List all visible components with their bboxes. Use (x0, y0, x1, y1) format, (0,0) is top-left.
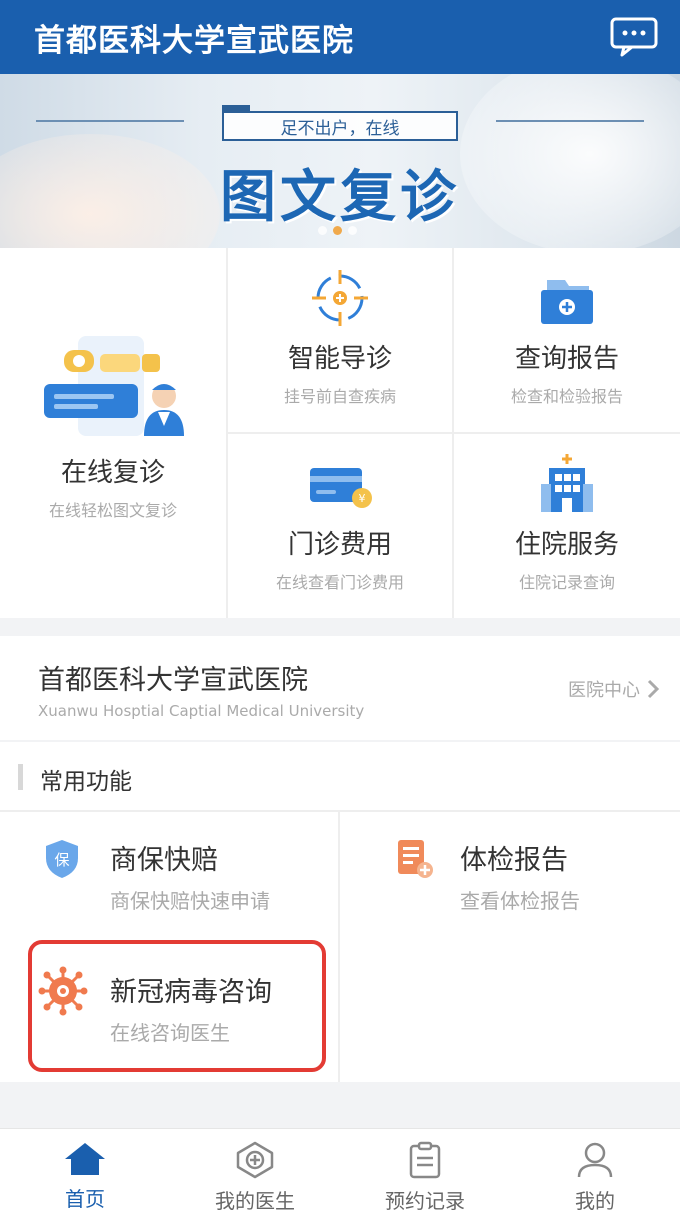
smart-guide-subtitle: 挂号前自查疾病 (283, 387, 396, 406)
common-functions-header: 常用功能 (0, 742, 680, 812)
common-divider (338, 812, 340, 1082)
chat-doctor-icon (44, 336, 184, 436)
covid-consult-item[interactable]: 新冠病毒咨询 在线咨询医生 (110, 970, 320, 1050)
outpatient-fees-tile[interactable]: ¥ 门诊费用 在线查看门诊费用 (228, 434, 452, 618)
outpatient-fees-subtitle: 在线查看门诊费用 (275, 573, 404, 592)
physical-exam-report-title: 体检报告 (460, 845, 568, 876)
hospital-center-row[interactable]: 首都医科大学宣武医院 Xuanwu Hosptial Captial Medic… (0, 636, 680, 740)
nav-home-label: 首页 (65, 1187, 105, 1211)
covid-consult-subtitle: 在线咨询医生 (110, 1021, 230, 1045)
smart-guide-tile[interactable]: 智能导诊 挂号前自查疾病 (228, 248, 452, 432)
pager-dot-active[interactable] (333, 226, 342, 235)
inpatient-services-title: 住院服务 (514, 530, 619, 560)
hospital-building-icon (541, 454, 593, 512)
section-marker (18, 764, 23, 790)
hospital-name: 首都医科大学宣武医院 (38, 665, 308, 696)
chevron-right-icon (647, 679, 660, 699)
nav-my-doctor[interactable]: 我的医生 (170, 1129, 340, 1215)
folder-icon (541, 280, 593, 324)
banner-title: 图文复诊 (220, 165, 460, 230)
svg-text:保: 保 (54, 851, 69, 869)
smart-guide-title: 智能导诊 (287, 344, 392, 374)
online-revisit-title: 在线复诊 (60, 458, 165, 488)
hospital-center-link[interactable]: 医院中心 (568, 676, 640, 702)
shield-icon: 保 (46, 840, 78, 878)
promo-banner[interactable]: 足不出户，在线 图文复诊 (0, 74, 680, 248)
nav-appointments-label: 预约记录 (385, 1189, 465, 1213)
pager-dot[interactable] (348, 226, 357, 235)
banner-subtitle: 足不出户，在线 (222, 105, 458, 141)
query-reports-title: 查询报告 (514, 344, 619, 374)
message-icon (610, 17, 658, 57)
online-revisit-tile[interactable]: 在线复诊 在线轻松图文复诊 (0, 248, 226, 618)
nav-appointments[interactable]: 预约记录 (340, 1129, 510, 1215)
home-icon (65, 1143, 105, 1175)
clipboard-icon (409, 1141, 441, 1179)
banner-line-right (496, 120, 644, 122)
outpatient-fees-title: 门诊费用 (287, 530, 392, 560)
banner-line-left (36, 120, 184, 122)
nav-home[interactable]: 首页 (0, 1129, 170, 1215)
service-grid: 在线复诊 在线轻松图文复诊 智能导诊 挂号前自查疾病 查询报告 检查和检验报告 (0, 248, 680, 618)
common-functions-title: 常用功能 (40, 769, 132, 795)
banner-pager (318, 226, 357, 235)
crosshair-icon (312, 270, 368, 326)
nav-my-doctor-label: 我的医生 (215, 1189, 295, 1213)
report-icon (398, 840, 433, 878)
query-reports-subtitle: 检查和检验报告 (510, 387, 623, 406)
message-button[interactable] (610, 17, 658, 57)
inpatient-services-subtitle: 住院记录查询 (518, 573, 615, 592)
hospital-title: 首都医科大学宣武医院 (34, 22, 354, 59)
physical-exam-report-item[interactable]: 体检报告 查看体检报告 (460, 838, 670, 918)
doctor-icon (236, 1141, 274, 1179)
inpatient-services-tile[interactable]: 住院服务 住院记录查询 (454, 434, 680, 618)
bottom-nav: 首页 我的医生 预约记录 我的 (0, 1128, 680, 1215)
svg-text:¥: ¥ (359, 492, 366, 505)
commercial-claim-subtitle: 商保快赔快速申请 (110, 889, 270, 913)
pager-dot[interactable] (318, 226, 327, 235)
app-header: 首都医科大学宣武医院 (0, 0, 680, 74)
nav-me-label: 我的 (575, 1189, 615, 1213)
commercial-claim-item[interactable]: 商保快赔 商保快赔快速申请 (110, 838, 330, 918)
online-revisit-subtitle: 在线轻松图文复诊 (48, 501, 177, 520)
virus-icon (38, 966, 88, 1016)
covid-consult-title: 新冠病毒咨询 (110, 977, 272, 1008)
commercial-claim-title: 商保快赔 (110, 845, 218, 876)
card-icon: ¥ (310, 468, 372, 508)
physical-exam-report-subtitle: 查看体检报告 (460, 889, 580, 913)
user-icon (577, 1142, 613, 1178)
hospital-english-name: Xuanwu Hosptial Captial Medical Universi… (38, 702, 365, 720)
query-reports-tile[interactable]: 查询报告 检查和检验报告 (454, 248, 680, 432)
nav-me[interactable]: 我的 (510, 1129, 680, 1215)
